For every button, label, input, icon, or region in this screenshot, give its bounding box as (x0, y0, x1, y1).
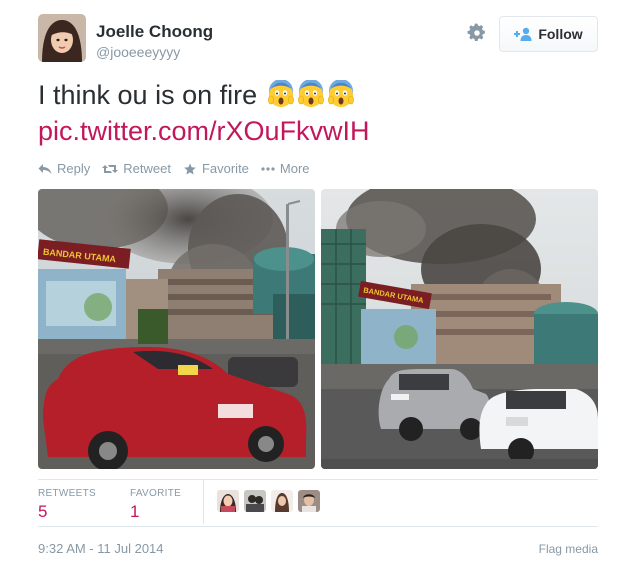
more-dots-icon (261, 166, 275, 171)
flag-media-link[interactable]: Flag media (539, 542, 598, 556)
more-action[interactable]: More (261, 161, 310, 176)
retweet-icon (102, 164, 119, 173)
star-icon (184, 162, 196, 174)
retweet-action[interactable]: Retweet (102, 161, 171, 176)
retweet-label: Retweet (123, 161, 171, 176)
favoriter-avatar[interactable] (244, 490, 266, 512)
face-screaming-in-fear-icon (327, 79, 355, 108)
favoriter-avatar[interactable] (271, 490, 293, 512)
reply-icon (38, 163, 52, 174)
user-full-name[interactable]: Joelle Choong (96, 22, 213, 42)
favorite-label: Favorite (201, 161, 249, 176)
tweet-text-body: I think ou is on fire (38, 80, 258, 110)
user-screen-name[interactable]: @jooeeeyyyy (96, 43, 213, 61)
user-avatar[interactable] (38, 14, 86, 62)
reply-label: Reply (57, 161, 91, 176)
tweet-timestamp[interactable]: 9:32 AM - 11 Jul 2014 (38, 541, 164, 556)
retweets-count: 5 (38, 502, 48, 521)
tweet-actions: Reply Retweet Favorite More (38, 161, 310, 176)
retweets-label: RETWEETS (38, 488, 96, 499)
more-label: More (279, 161, 310, 176)
favoriter-avatar[interactable] (217, 490, 239, 512)
follow-button[interactable]: Follow (499, 16, 598, 52)
favoriter-avatar[interactable] (298, 490, 320, 512)
divider-bottom (38, 526, 598, 527)
tweet-photo-1[interactable]: BANDAR UTAMA (38, 189, 315, 469)
tweet-header: Joelle Choong @jooeeeyyyy Follow (38, 14, 598, 64)
reply-action[interactable]: Reply (38, 161, 90, 176)
tweet-media-link[interactable]: pic.twitter.com/rXOuFkvwIH (38, 114, 370, 148)
favorite-action[interactable]: Favorite (183, 161, 249, 176)
gear-icon[interactable] (466, 22, 488, 44)
favorites-stat[interactable]: FAVORITE 1 (130, 488, 181, 524)
favoriter-avatars (217, 490, 320, 512)
face-screaming-in-fear-icon (267, 79, 295, 108)
tweet-text: I think ou is on fire (38, 78, 355, 112)
divider-top (38, 479, 598, 480)
user-names: Joelle Choong @jooeeeyyyy (96, 22, 213, 61)
retweets-stat[interactable]: RETWEETS 5 (38, 488, 96, 524)
face-screaming-in-fear-icon (297, 79, 325, 108)
add-user-icon (514, 27, 532, 41)
tweet-photo-2[interactable]: BANDAR UTAMA (321, 189, 598, 469)
favorite-label: FAVORITE (129, 488, 182, 499)
stats-separator (203, 480, 204, 524)
follow-button-label: Follow (538, 26, 583, 42)
favorite-count: 1 (129, 502, 140, 521)
tweet-stats: RETWEETS 5 FAVORITE 1 (38, 488, 215, 524)
